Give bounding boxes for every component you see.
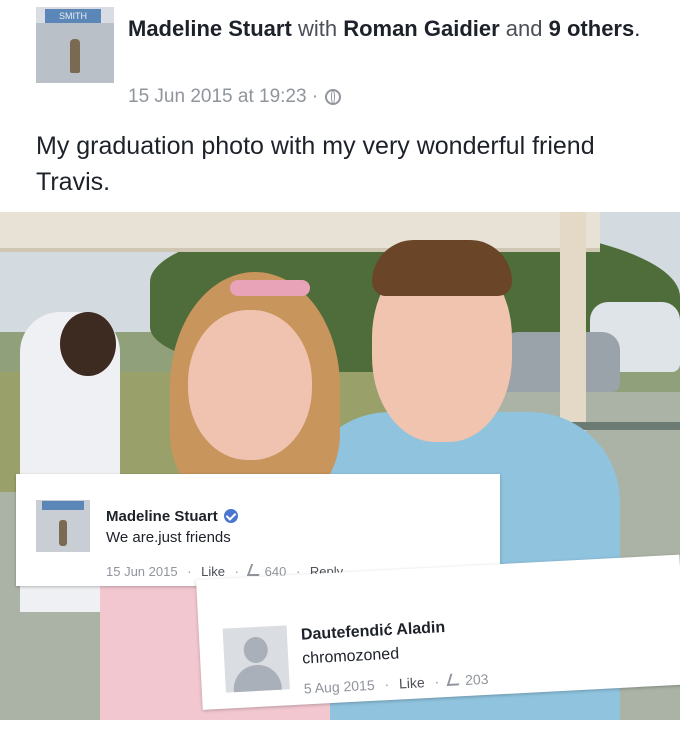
like-icon [447,673,463,687]
photo-boy-hair [372,240,512,296]
tagged-name-link[interactable]: Roman Gaidier [343,16,499,41]
post-caption: My graduation photo with my very wonderf… [36,132,595,196]
like-icon [246,564,263,576]
photo-background-man-head [60,312,116,376]
avatar-head-shape [243,636,269,664]
author-line: Madeline Stuart with Roman Gaidier and 9… [128,12,648,46]
comment-card-2: Dautefendić Aladin chromozoned 5 Aug 201… [196,554,680,710]
comment-avatar-figure [59,520,67,546]
comment-date[interactable]: 5 Aug 2015 [303,677,375,697]
photo-girl-headband [230,280,310,296]
action-separator: · [384,676,390,693]
with-word: with [297,16,338,41]
author-name-link[interactable]: Madeline Stuart [128,16,292,41]
comment-text: chromozoned [301,645,400,668]
post-meta: 15 Jun 2015 at 19:23 · [128,86,342,108]
default-avatar-icon[interactable] [222,625,290,693]
comment-avatar[interactable] [36,500,90,552]
like-button[interactable]: Like [399,674,425,691]
comment-author-name[interactable]: Madeline Stuart [106,508,218,525]
and-word: and [505,16,543,41]
verified-badge-icon [223,509,238,523]
comment-author-name[interactable]: Dautefendić Aladin [301,619,446,645]
avatar-figure [70,39,80,73]
comment-text: We are.just friends [106,529,231,546]
globe-icon[interactable] [325,89,342,105]
avatar-sign: SMITH [45,9,101,23]
post-header: SMITH Madeline Stuart with Roman Gaidier… [0,0,680,210]
action-separator: · [434,673,440,690]
comment-actions: 5 Aug 2015 · Like · 203 [303,671,488,697]
others-period: . [634,16,641,41]
photo-girl-face [188,310,312,460]
photo-canopy-roof [0,212,600,252]
others-link[interactable]: 9 others [549,16,635,41]
avatar-body-shape [232,663,283,693]
action-separator: · [187,564,192,579]
post-timestamp[interactable]: 15 Jun 2015 at 19:23 [128,86,307,107]
like-count[interactable]: 203 [465,671,489,688]
like-button[interactable]: Like [201,564,225,579]
author-avatar[interactable]: SMITH [36,7,114,83]
meta-separator: · [311,86,319,107]
comment-date[interactable]: 15 Jun 2015 [106,564,178,579]
comment-author[interactable]: Madeline Stuart [106,508,238,525]
comment-avatar-sign [42,501,84,510]
